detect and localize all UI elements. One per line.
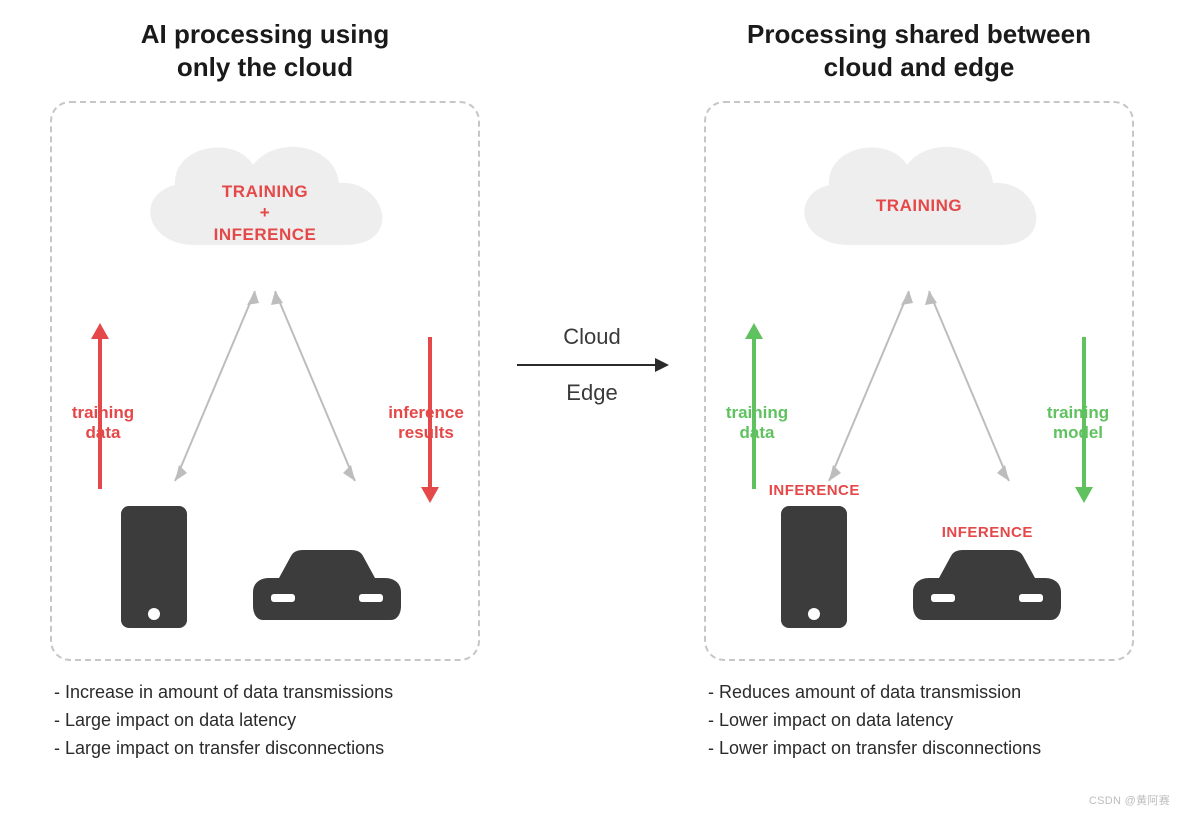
cloud-label-left: TRAINING+INFERENCE [214,181,317,245]
label-training-model: trainingmodel [1038,403,1118,442]
cross-arrows-right [819,291,1019,496]
title-right: Processing shared betweencloud and edge [704,18,1134,83]
car-icon [245,548,409,628]
car-left [245,524,409,633]
phone-right: INFERENCE [769,482,860,633]
arrow-right-icon [517,364,667,366]
cross-arrows-left [165,291,365,496]
car-inference-label: INFERENCE [905,524,1069,542]
label-training-data: trainingdata [68,403,138,442]
bullet: - Large impact on data latency [54,707,480,735]
bullet: - Lower impact on transfer disconnection… [708,735,1134,763]
device-row-right: INFERENCE INFERENCE [706,482,1132,633]
car-icon [905,548,1069,628]
panel-cloud-edge: Processing shared betweencloud and edge … [704,18,1134,763]
center-divider: Cloud Edge [507,318,677,412]
bullet: - Lower impact on data latency [708,707,1134,735]
title-left: AI processing usingonly the cloud [50,18,480,83]
cloud-label-right: TRAINING [876,195,962,216]
phone-inference-label: INFERENCE [769,482,860,500]
label-cloud: Cloud [563,324,620,350]
box-right: TRAINING trainingdata trainingmodel INFE… [704,101,1134,661]
phone-icon [781,506,847,628]
bullet: - Large impact on transfer disconnection… [54,735,480,763]
phone-icon [121,506,187,628]
bullet: - Increase in amount of data transmissio… [54,679,480,707]
box-left: TRAINING+INFERENCE trainingdata inferenc… [50,101,480,661]
label-edge: Edge [566,380,617,406]
label-training-data-green: trainingdata [722,403,792,442]
bullets-left: - Increase in amount of data transmissio… [50,679,480,763]
bullets-right: - Reduces amount of data transmission - … [704,679,1134,763]
watermark: CSDN @黄阿赛 [1089,792,1170,808]
phone-left [121,482,187,633]
diagram-root: AI processing usingonly the cloud TRAINI… [0,0,1184,763]
label-inference-results: inferenceresults [384,403,468,442]
device-row-left [52,482,478,633]
bullet: - Reduces amount of data transmission [708,679,1134,707]
panel-cloud-only: AI processing usingonly the cloud TRAINI… [50,18,480,763]
car-right: INFERENCE [905,524,1069,633]
